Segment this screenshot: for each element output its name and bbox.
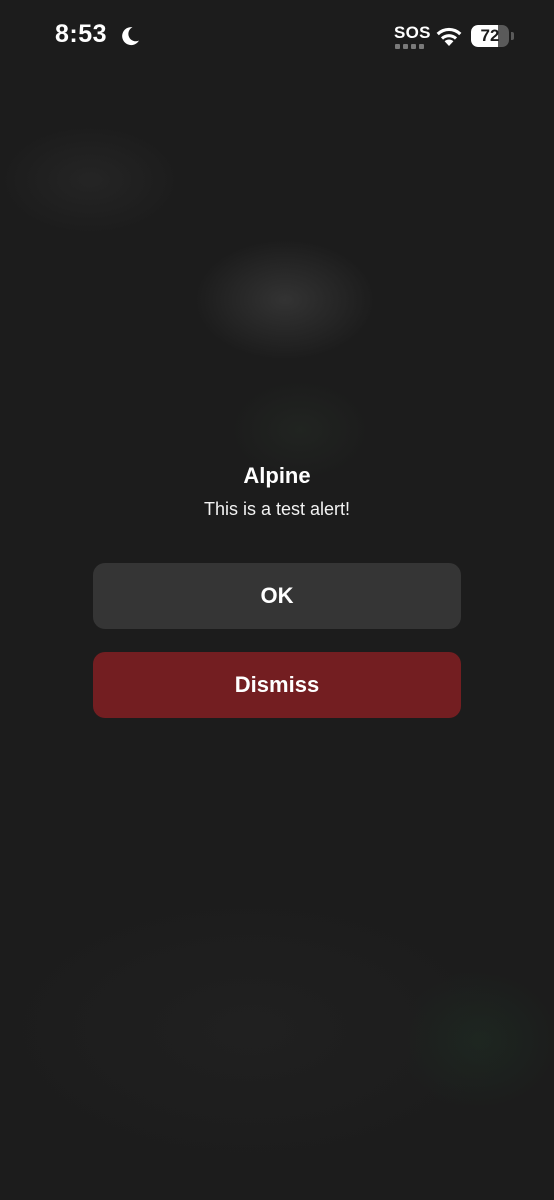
alert-dialog: Alpine This is a test alert! OK Dismiss bbox=[0, 0, 554, 1200]
alert-title: Alpine bbox=[243, 463, 311, 488]
ok-button-label: OK bbox=[260, 583, 294, 608]
dismiss-button[interactable]: Dismiss bbox=[93, 652, 461, 718]
ok-button[interactable]: OK bbox=[93, 563, 461, 629]
dismiss-button-label: Dismiss bbox=[234, 672, 320, 697]
alert-message: This is a test alert! bbox=[203, 499, 351, 519]
